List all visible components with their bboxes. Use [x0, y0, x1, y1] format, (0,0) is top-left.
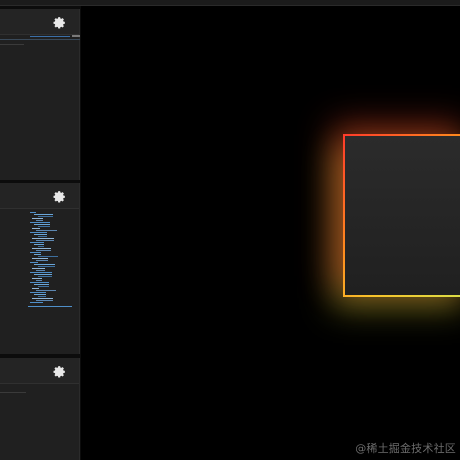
code-line: [36, 300, 53, 301]
code-line: [32, 298, 53, 299]
code-line: [30, 302, 43, 303]
code-line: [30, 212, 36, 213]
code-line: [38, 246, 44, 247]
code-line: [34, 254, 41, 255]
editor-panel-3: [0, 358, 80, 460]
code-line: [32, 238, 54, 239]
code-line: [38, 286, 49, 287]
code-line: [34, 214, 53, 215]
code-line: [32, 228, 40, 229]
code-line: [34, 294, 46, 295]
gear-icon[interactable]: [52, 364, 66, 378]
code-line: [30, 232, 47, 233]
code-line: [32, 288, 39, 289]
code-line: [30, 222, 50, 223]
code-line: [30, 282, 49, 283]
code-line: [34, 244, 44, 245]
gear-icon[interactable]: [52, 189, 66, 203]
code-line: [38, 256, 58, 257]
code-line: [32, 248, 51, 249]
code-line: [30, 272, 52, 273]
editor-panel-header: [0, 358, 79, 384]
glowing-border-box: [343, 134, 460, 297]
editor-panel-1: [0, 9, 80, 180]
code-line: [36, 260, 48, 261]
watermark: @稀土掘金技术社区: [355, 442, 456, 455]
code-line: [34, 264, 55, 265]
code-line: [30, 262, 38, 263]
code-line: [36, 290, 56, 291]
code-line: [32, 278, 42, 279]
code-line: [36, 230, 57, 231]
code-line: [38, 266, 55, 267]
code-line: [36, 220, 43, 221]
editor-panel-2: [0, 183, 80, 354]
code-line: [38, 296, 46, 297]
editor-panel-header: [0, 183, 79, 209]
code-line: [30, 292, 46, 293]
code-line: [32, 258, 48, 259]
code-line: [34, 234, 47, 235]
code-line: [36, 280, 42, 281]
code-line: [36, 240, 54, 241]
preview-stage: [81, 6, 460, 460]
editor-panel-header: [0, 9, 79, 35]
code-line: [36, 250, 51, 251]
code-line: [32, 218, 43, 219]
code-line: [34, 224, 50, 225]
code-line: [30, 242, 44, 243]
code-line: [30, 252, 41, 253]
sidebar: [0, 6, 81, 460]
gear-icon[interactable]: [52, 15, 66, 29]
code-line: [38, 216, 53, 217]
code-line: [38, 226, 50, 227]
code-line: [32, 268, 45, 269]
code-line: [34, 274, 52, 275]
code-line: [38, 236, 47, 237]
code-line: [34, 284, 49, 285]
code-line: [36, 270, 45, 271]
code-line: [28, 306, 72, 307]
code-line: [38, 276, 52, 277]
